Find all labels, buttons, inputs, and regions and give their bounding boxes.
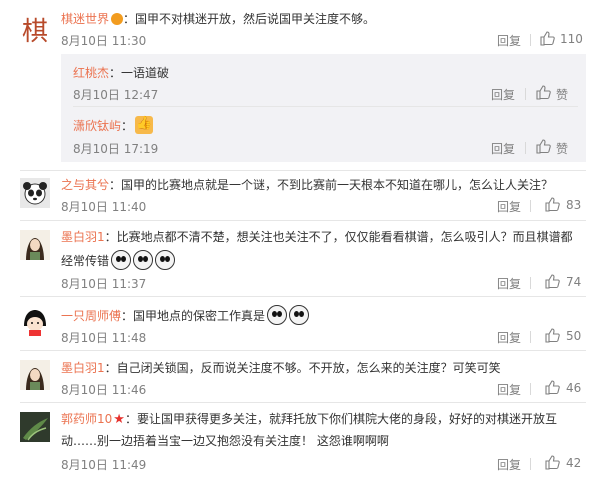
dizzy-face-emoji-icon [289, 305, 310, 325]
dizzy-face-emoji-icon [155, 250, 176, 270]
sub-reply-line: 潇欣钛屿： [73, 116, 154, 134]
avatar[interactable] [20, 178, 50, 208]
divider [530, 383, 531, 395]
comment-line-2: 动……别一边捂着当宝一边又抱怨没有关注度！ 这怨谁啊啊啊 [61, 432, 389, 449]
reply-button[interactable]: 回复 [497, 32, 521, 49]
comment-text: ：自己闭关锁国，反而说关注度不够。不开放，怎么来的关注度？可笑可笑 [104, 361, 501, 375]
comment-line: 墨白羽1：自己闭关锁国，反而说关注度不够。不开放，怎么来的关注度？可笑可笑 [61, 359, 501, 376]
comment-text: ：比赛地点都不清不楚，想关注也关注不了，仅仅能看看棋谱，怎么吸引人？而且棋谱都 [104, 230, 573, 244]
member-badge-icon [111, 13, 124, 25]
divider [530, 458, 531, 470]
comment-time: 8月10日 11:48 [61, 331, 147, 345]
divider [525, 88, 526, 100]
like-count: 46 [566, 381, 582, 395]
thumbs-up-outline-icon[interactable] [545, 455, 560, 470]
comment-text: ：国甲地点的保密工作真是 [121, 309, 266, 323]
divider [525, 142, 526, 154]
dizzy-face-emoji-icon [111, 250, 132, 270]
avatar[interactable] [20, 360, 50, 390]
divider [20, 170, 586, 171]
like-count: 50 [566, 329, 582, 343]
like-count: 110 [560, 32, 583, 46]
sub-reply-line: 红桃杰：一语道破 [73, 64, 169, 81]
like-count: 42 [566, 456, 582, 470]
comment-time: 8月10日 11:37 [61, 277, 147, 291]
thumbs-up-outline-icon[interactable] [545, 328, 560, 343]
reply-time: 8月10日 17:19 [73, 142, 159, 156]
like-label[interactable]: 赞 [556, 86, 568, 103]
user-name[interactable]: 一只周师傅 [61, 309, 121, 323]
comment-line: 之与其兮：国甲的比赛地点就是一个谜，不到比赛前一天根本不知道在哪儿，怎么让人关注… [61, 176, 553, 193]
reply-button[interactable]: 回复 [497, 329, 521, 346]
user-name[interactable]: 棋迷世界 [61, 12, 109, 26]
like-count: 83 [566, 198, 582, 212]
reply-button[interactable]: 回复 [497, 275, 521, 292]
reply-button[interactable]: 回复 [491, 86, 515, 103]
avatar[interactable] [20, 306, 50, 336]
svg-text:棋: 棋 [22, 17, 48, 46]
user-name[interactable]: 墨白羽1 [61, 361, 105, 375]
divider [530, 277, 531, 289]
user-name[interactable]: 之与其兮 [61, 178, 109, 192]
reply-button[interactable]: 回复 [491, 140, 515, 157]
avatar[interactable] [20, 230, 50, 260]
comment-line-2: 经常传错 [61, 250, 176, 270]
thumbs-up-outline-icon[interactable] [536, 85, 551, 100]
comment-line: 棋迷世界 ：国甲不对棋迷开放，然后说国甲关注度不够。 [61, 10, 375, 27]
comment-text: ：国甲的比赛地点就是一个谜，不到比赛前一天根本不知道在哪儿，怎么让人关注？ [109, 178, 554, 192]
comment-text: 动……别一边捂着当宝一边又抱怨没有关注度！ 这怨谁啊啊啊 [61, 434, 389, 448]
user-name[interactable]: 郭药师10 [61, 412, 112, 426]
user-name[interactable]: 潇欣钛屿 [73, 119, 121, 133]
divider [20, 350, 586, 351]
divider [73, 106, 578, 107]
comment-time: 8月10日 11:30 [61, 34, 147, 48]
reply-button[interactable]: 回复 [497, 381, 521, 398]
divider [530, 331, 531, 343]
divider [20, 220, 586, 221]
thumbs-up-outline-icon[interactable] [536, 139, 551, 154]
thumbs-up-outline-icon[interactable] [540, 31, 555, 46]
reply-time: 8月10日 12:47 [73, 88, 159, 102]
divider [20, 402, 586, 403]
comment-time: 8月10日 11:40 [61, 200, 147, 214]
comment-line: 一只周师傅：国甲地点的保密工作真是 [61, 305, 310, 325]
thumbs-up-outline-icon[interactable] [545, 197, 560, 212]
thumbs-up-outline-icon[interactable] [545, 274, 560, 289]
dizzy-face-emoji-icon [133, 250, 154, 270]
comment-time: 8月10日 11:46 [61, 383, 147, 397]
reply-text: ： [121, 119, 134, 133]
divider [530, 200, 531, 212]
comment-text: 经常传错 [61, 254, 110, 268]
like-label[interactable]: 赞 [556, 140, 568, 157]
comment-text: ：要让国甲获得更多关注，就拜托放下你们棋院大佬的身段，好好的对棋迷开放互 [124, 412, 557, 426]
avatar[interactable]: 棋 [20, 12, 54, 46]
divider [20, 296, 586, 297]
comment-time: 8月10日 11:49 [61, 458, 147, 472]
divider [530, 34, 531, 46]
comment-text: ：国甲不对棋迷开放，然后说国甲关注度不够。 [123, 12, 376, 26]
reply-text: ：一语道破 [109, 66, 170, 80]
user-name[interactable]: 红桃杰 [73, 66, 109, 80]
avatar[interactable] [20, 412, 50, 442]
dizzy-face-emoji-icon [267, 305, 288, 325]
thumbs-up-outline-icon[interactable] [545, 380, 560, 395]
like-count: 74 [566, 275, 582, 289]
reply-button[interactable]: 回复 [497, 198, 521, 215]
comment-line: 郭药师10★：要让国甲获得更多关注，就拜托放下你们棋院大佬的身段，好好的对棋迷开… [61, 410, 557, 427]
thumbs-up-emoji-icon [135, 116, 154, 134]
reply-button[interactable]: 回复 [497, 456, 521, 473]
comment-line: 墨白羽1：比赛地点都不清不楚，想关注也关注不了，仅仅能看看棋谱，怎么吸引人？而且… [61, 228, 573, 245]
star-badge-icon: ★ [113, 412, 125, 427]
user-name[interactable]: 墨白羽1 [61, 230, 105, 244]
